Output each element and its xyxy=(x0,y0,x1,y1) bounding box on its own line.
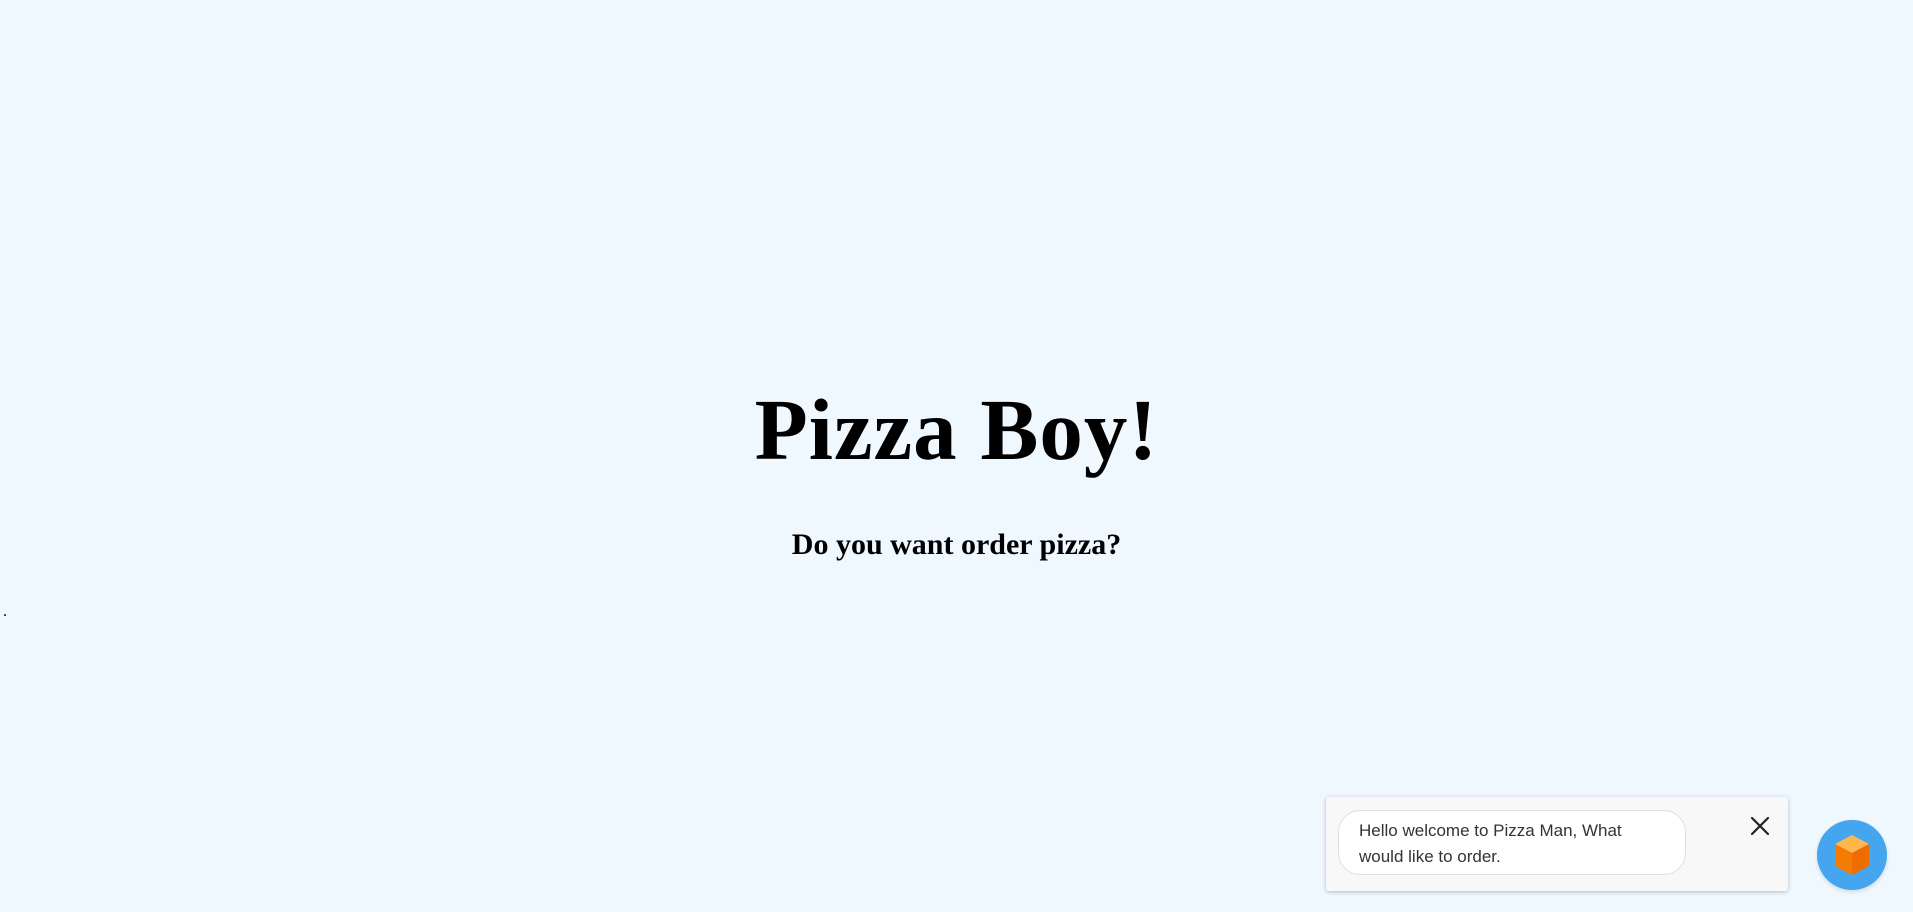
chat-message-bubble: Hello welcome to Pizza Man, What would l… xyxy=(1338,810,1686,875)
chat-launcher-button[interactable] xyxy=(1817,820,1887,890)
page-title: Pizza Boy! xyxy=(754,381,1159,478)
close-icon[interactable] xyxy=(1747,813,1773,839)
page-subtitle: Do you want order pizza? xyxy=(791,528,1122,561)
chat-greeting-popup: Hello welcome to Pizza Man, What would l… xyxy=(1326,797,1788,891)
cube-icon xyxy=(1835,835,1869,875)
hero: Pizza Boy! Do you want order pizza? xyxy=(0,375,1913,563)
stray-text: . xyxy=(3,603,7,620)
